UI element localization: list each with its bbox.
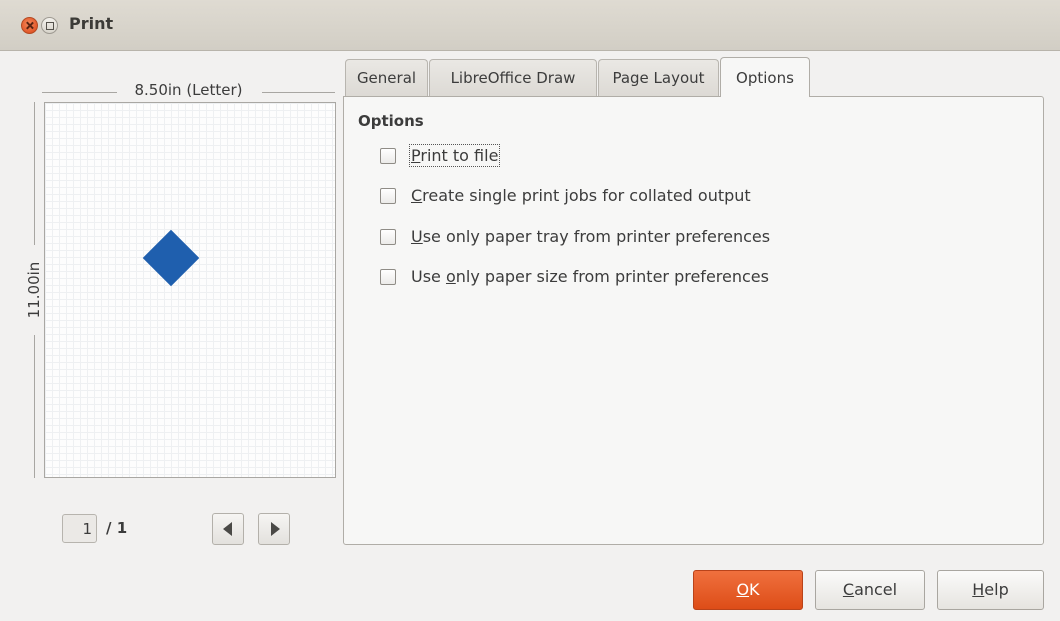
- tab-page-layout[interactable]: Page Layout: [598, 59, 719, 97]
- cancel-button[interactable]: Cancel: [815, 570, 925, 610]
- close-icon[interactable]: [21, 17, 38, 34]
- title-bar: Print: [0, 0, 1060, 51]
- ok-button[interactable]: OK: [693, 570, 803, 610]
- previous-page-button[interactable]: [212, 513, 244, 545]
- width-dimension-line: [42, 92, 117, 93]
- page-total: / 1: [106, 519, 128, 537]
- paper-tray-checkbox[interactable]: [380, 229, 396, 245]
- section-title: Options: [358, 112, 424, 130]
- height-dimension-line: [34, 102, 35, 245]
- width-dimension-line: [262, 92, 335, 93]
- maximize-icon[interactable]: [41, 17, 58, 34]
- print-to-file-checkbox[interactable]: [380, 148, 396, 164]
- paper-tray-label: Use only paper tray from printer prefere…: [411, 227, 771, 246]
- help-button[interactable]: Help: [937, 570, 1044, 610]
- single-print-jobs-checkbox[interactable]: [380, 188, 396, 204]
- paper-height-label: 11.00in: [25, 261, 43, 319]
- tab-general[interactable]: General: [345, 59, 428, 97]
- paper-size-checkbox[interactable]: [380, 269, 396, 285]
- print-to-file-label: Print to file: [408, 144, 501, 167]
- tab-libreoffice-draw[interactable]: LibreOffice Draw: [429, 59, 597, 97]
- tab-options[interactable]: Options: [720, 57, 810, 97]
- next-page-button[interactable]: [258, 513, 290, 545]
- window-title: Print: [69, 14, 114, 33]
- paper-size-label: Use only paper size from printer prefere…: [411, 267, 769, 286]
- single-print-jobs-label: Create single print jobs for collated ou…: [411, 186, 751, 205]
- page-preview: [44, 102, 336, 478]
- page-number-input[interactable]: 1: [62, 514, 97, 543]
- paper-width-label: 8.50in (Letter): [134, 81, 243, 99]
- height-dimension-line: [34, 335, 35, 478]
